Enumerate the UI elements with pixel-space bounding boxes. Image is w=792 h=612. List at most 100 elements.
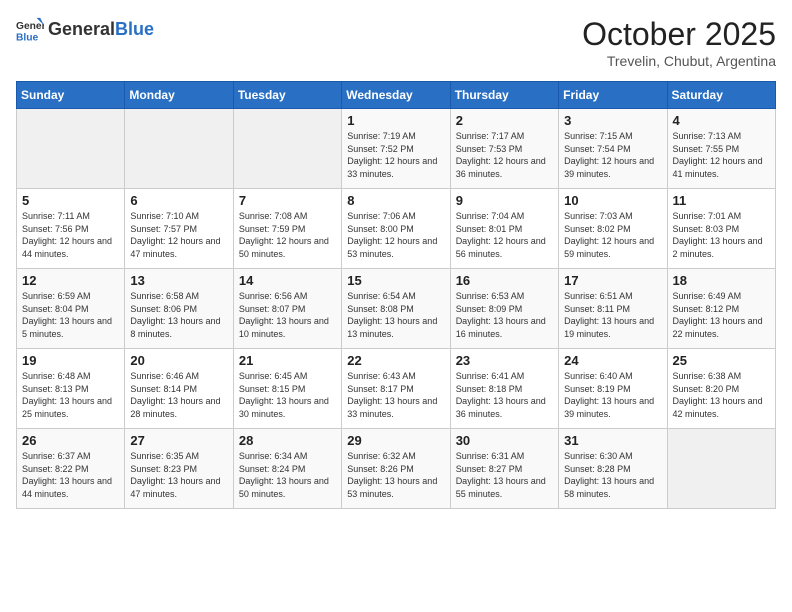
calendar-cell <box>125 109 233 189</box>
day-number: 12 <box>22 273 119 288</box>
cell-info: Sunrise: 6:58 AM Sunset: 8:06 PM Dayligh… <box>130 290 227 340</box>
cell-info: Sunrise: 6:59 AM Sunset: 8:04 PM Dayligh… <box>22 290 119 340</box>
weekday-header-friday: Friday <box>559 82 667 109</box>
calendar-cell: 9 Sunrise: 7:04 AM Sunset: 8:01 PM Daylig… <box>450 189 558 269</box>
calendar-week-4: 19 Sunrise: 6:48 AM Sunset: 8:13 PM Dayli… <box>17 349 776 429</box>
weekday-header-saturday: Saturday <box>667 82 775 109</box>
cell-info: Sunrise: 7:08 AM Sunset: 7:59 PM Dayligh… <box>239 210 336 260</box>
calendar-cell: 2 Sunrise: 7:17 AM Sunset: 7:53 PM Daylig… <box>450 109 558 189</box>
day-number: 10 <box>564 193 661 208</box>
weekday-header-tuesday: Tuesday <box>233 82 341 109</box>
day-number: 15 <box>347 273 444 288</box>
cell-info: Sunrise: 6:40 AM Sunset: 8:19 PM Dayligh… <box>564 370 661 420</box>
calendar-week-3: 12 Sunrise: 6:59 AM Sunset: 8:04 PM Dayli… <box>17 269 776 349</box>
day-number: 4 <box>673 113 770 128</box>
calendar-cell: 16 Sunrise: 6:53 AM Sunset: 8:09 PM Dayli… <box>450 269 558 349</box>
day-number: 11 <box>673 193 770 208</box>
calendar-week-2: 5 Sunrise: 7:11 AM Sunset: 7:56 PM Daylig… <box>17 189 776 269</box>
calendar-cell: 3 Sunrise: 7:15 AM Sunset: 7:54 PM Daylig… <box>559 109 667 189</box>
svg-text:Blue: Blue <box>16 32 39 43</box>
calendar-cell: 20Sunrise: 6:46 AM Sunset: 8:14 PM Dayli… <box>125 349 233 429</box>
day-number: 24 <box>564 353 661 368</box>
weekday-header-thursday: Thursday <box>450 82 558 109</box>
calendar-cell <box>233 109 341 189</box>
cell-info: Sunrise: 6:48 AM Sunset: 8:13 PM Dayligh… <box>22 370 119 420</box>
calendar-cell: 29Sunrise: 6:32 AM Sunset: 8:26 PM Dayli… <box>342 429 450 509</box>
title-block: October 2025 Trevelin, Chubut, Argentina <box>582 16 776 69</box>
day-number: 31 <box>564 433 661 448</box>
location-subtitle: Trevelin, Chubut, Argentina <box>582 53 776 69</box>
cell-info: Sunrise: 7:03 AM Sunset: 8:02 PM Dayligh… <box>564 210 661 260</box>
day-number: 29 <box>347 433 444 448</box>
day-number: 7 <box>239 193 336 208</box>
cell-info: Sunrise: 6:45 AM Sunset: 8:15 PM Dayligh… <box>239 370 336 420</box>
day-number: 9 <box>456 193 553 208</box>
calendar-cell: 18Sunrise: 6:49 AM Sunset: 8:12 PM Dayli… <box>667 269 775 349</box>
day-number: 25 <box>673 353 770 368</box>
calendar-table: SundayMondayTuesdayWednesdayThursdayFrid… <box>16 81 776 509</box>
cell-info: Sunrise: 6:49 AM Sunset: 8:12 PM Dayligh… <box>673 290 770 340</box>
cell-info: Sunrise: 6:53 AM Sunset: 8:09 PM Dayligh… <box>456 290 553 340</box>
cell-info: Sunrise: 7:11 AM Sunset: 7:56 PM Dayligh… <box>22 210 119 260</box>
calendar-cell: 19 Sunrise: 6:48 AM Sunset: 8:13 PM Dayli… <box>17 349 125 429</box>
calendar-cell: 28Sunrise: 6:34 AM Sunset: 8:24 PM Dayli… <box>233 429 341 509</box>
logo: General Blue GeneralBlue <box>16 16 154 44</box>
cell-info: Sunrise: 7:15 AM Sunset: 7:54 PM Dayligh… <box>564 130 661 180</box>
day-number: 26 <box>22 433 119 448</box>
calendar-cell: 4 Sunrise: 7:13 AM Sunset: 7:55 PM Daylig… <box>667 109 775 189</box>
cell-info: Sunrise: 7:17 AM Sunset: 7:53 PM Dayligh… <box>456 130 553 180</box>
logo-blue-text: Blue <box>115 19 154 39</box>
day-number: 2 <box>456 113 553 128</box>
calendar-cell: 12 Sunrise: 6:59 AM Sunset: 8:04 PM Dayli… <box>17 269 125 349</box>
day-number: 14 <box>239 273 336 288</box>
day-number: 20 <box>130 353 227 368</box>
svg-text:General: General <box>16 21 44 32</box>
day-number: 6 <box>130 193 227 208</box>
cell-info: Sunrise: 6:41 AM Sunset: 8:18 PM Dayligh… <box>456 370 553 420</box>
day-number: 8 <box>347 193 444 208</box>
calendar-week-1: 1 Sunrise: 7:19 AM Sunset: 7:52 PM Daylig… <box>17 109 776 189</box>
day-number: 5 <box>22 193 119 208</box>
weekday-header-wednesday: Wednesday <box>342 82 450 109</box>
calendar-cell <box>17 109 125 189</box>
day-number: 30 <box>456 433 553 448</box>
day-number: 23 <box>456 353 553 368</box>
cell-info: Sunrise: 6:30 AM Sunset: 8:28 PM Dayligh… <box>564 450 661 500</box>
cell-info: Sunrise: 6:54 AM Sunset: 8:08 PM Dayligh… <box>347 290 444 340</box>
logo-general-text: General <box>48 19 115 39</box>
calendar-cell: 21 Sunrise: 6:45 AM Sunset: 8:15 PM Dayli… <box>233 349 341 429</box>
logo-icon: General Blue <box>16 16 44 44</box>
day-number: 17 <box>564 273 661 288</box>
day-number: 1 <box>347 113 444 128</box>
calendar-header: SundayMondayTuesdayWednesdayThursdayFrid… <box>17 82 776 109</box>
calendar-cell: 22 Sunrise: 6:43 AM Sunset: 8:17 PM Dayli… <box>342 349 450 429</box>
cell-info: Sunrise: 6:35 AM Sunset: 8:23 PM Dayligh… <box>130 450 227 500</box>
day-number: 3 <box>564 113 661 128</box>
cell-info: Sunrise: 7:19 AM Sunset: 7:52 PM Dayligh… <box>347 130 444 180</box>
calendar-cell: 23 Sunrise: 6:41 AM Sunset: 8:18 PM Dayli… <box>450 349 558 429</box>
calendar-cell: 15 Sunrise: 6:54 AM Sunset: 8:08 PM Dayli… <box>342 269 450 349</box>
day-number: 27 <box>130 433 227 448</box>
cell-info: Sunrise: 7:04 AM Sunset: 8:01 PM Dayligh… <box>456 210 553 260</box>
page-header: General Blue GeneralBlue October 2025 Tr… <box>16 16 776 69</box>
calendar-cell: 8Sunrise: 7:06 AM Sunset: 8:00 PM Daylig… <box>342 189 450 269</box>
day-number: 21 <box>239 353 336 368</box>
calendar-body: 1 Sunrise: 7:19 AM Sunset: 7:52 PM Daylig… <box>17 109 776 509</box>
calendar-cell: 24 Sunrise: 6:40 AM Sunset: 8:19 PM Dayli… <box>559 349 667 429</box>
day-number: 13 <box>130 273 227 288</box>
calendar-cell: 17Sunrise: 6:51 AM Sunset: 8:11 PM Dayli… <box>559 269 667 349</box>
calendar-cell: 26Sunrise: 6:37 AM Sunset: 8:22 PM Dayli… <box>17 429 125 509</box>
calendar-cell <box>667 429 775 509</box>
cell-info: Sunrise: 6:43 AM Sunset: 8:17 PM Dayligh… <box>347 370 444 420</box>
calendar-cell: 5 Sunrise: 7:11 AM Sunset: 7:56 PM Daylig… <box>17 189 125 269</box>
calendar-cell: 25 Sunrise: 6:38 AM Sunset: 8:20 PM Dayli… <box>667 349 775 429</box>
cell-info: Sunrise: 6:31 AM Sunset: 8:27 PM Dayligh… <box>456 450 553 500</box>
cell-info: Sunrise: 6:38 AM Sunset: 8:20 PM Dayligh… <box>673 370 770 420</box>
day-number: 19 <box>22 353 119 368</box>
calendar-cell: 13 Sunrise: 6:58 AM Sunset: 8:06 PM Dayli… <box>125 269 233 349</box>
weekday-row: SundayMondayTuesdayWednesdayThursdayFrid… <box>17 82 776 109</box>
day-number: 22 <box>347 353 444 368</box>
cell-info: Sunrise: 7:13 AM Sunset: 7:55 PM Dayligh… <box>673 130 770 180</box>
calendar-week-5: 26Sunrise: 6:37 AM Sunset: 8:22 PM Dayli… <box>17 429 776 509</box>
day-number: 16 <box>456 273 553 288</box>
